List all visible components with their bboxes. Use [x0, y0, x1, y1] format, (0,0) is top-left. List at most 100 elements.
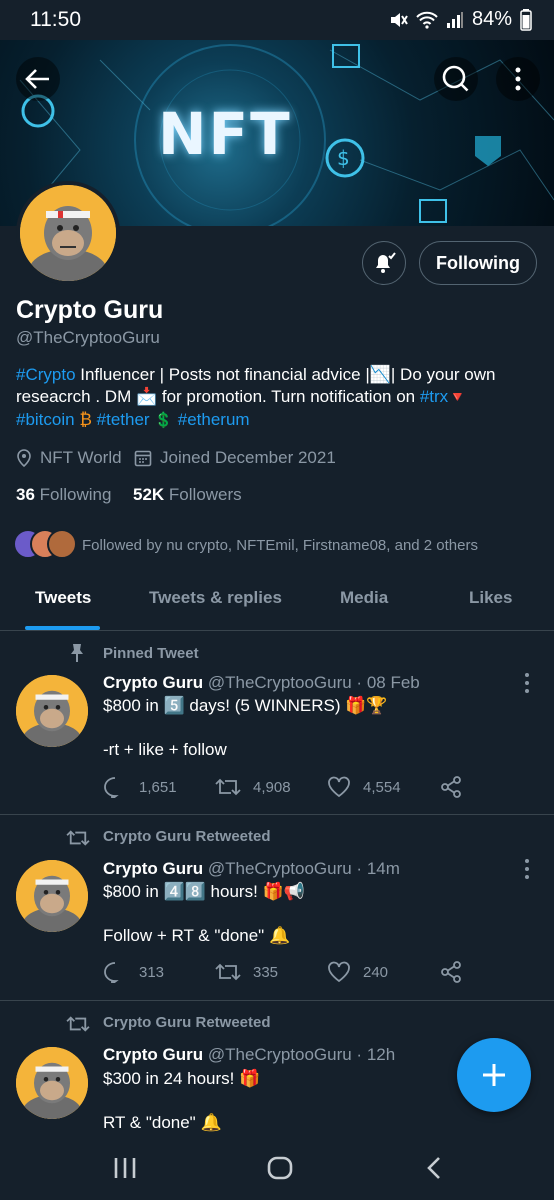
- hashtag-crypto[interactable]: #Crypto: [16, 365, 76, 384]
- ape-avatar-image: [16, 860, 88, 932]
- tweet-author-name[interactable]: Crypto Guru: [103, 859, 203, 878]
- bio-text-1: Influencer | Posts not financial advice …: [75, 365, 496, 384]
- search-button[interactable]: [434, 57, 478, 101]
- search-icon: [442, 65, 469, 92]
- reply-icon: [104, 777, 119, 798]
- retweeted-icon: [66, 830, 90, 846]
- tab-likes[interactable]: Likes: [469, 588, 512, 608]
- ape-avatar-image: [16, 1047, 88, 1119]
- trx-emoji: 🔻: [448, 389, 467, 406]
- battery-percent: 84%: [471, 8, 512, 30]
- following-count: 36: [16, 485, 35, 504]
- retweet-count: 4,908: [253, 778, 291, 796]
- hashtag-tether[interactable]: #tether: [97, 410, 150, 429]
- tweet-divider: [0, 814, 554, 815]
- location-text: NFT World: [40, 448, 122, 467]
- tweet-meta: @TheCryptooGuru · 08 Feb: [207, 673, 420, 692]
- joined-row: Joined December 2021: [134, 448, 336, 468]
- tweet-text-line-1: $800 in 4️⃣8️⃣ hours! 🎁📢: [103, 882, 305, 901]
- compose-tweet-button[interactable]: [457, 1038, 531, 1112]
- tweet-header: Crypto Guru @TheCryptooGuru · 12h: [103, 1045, 395, 1065]
- tweet-text-line-1: $300 in 24 hours! 🎁: [103, 1069, 261, 1088]
- reply-action[interactable]: 313: [103, 961, 164, 983]
- retweet-action[interactable]: 4,908: [215, 776, 291, 798]
- system-navigation-bar: [0, 1136, 554, 1200]
- home-icon[interactable]: [267, 1156, 293, 1180]
- bitcoin-emoji: ₿: [79, 410, 92, 429]
- share-icon[interactable]: [440, 961, 462, 983]
- reply-action[interactable]: 1,651: [103, 776, 177, 798]
- bell-check-icon: [376, 252, 396, 273]
- status-bar: 11:50 84%: [0, 0, 554, 40]
- pin-icon: [71, 644, 83, 662]
- notification-bell-button[interactable]: [362, 241, 406, 285]
- tweet-more-button[interactable]: [517, 673, 537, 693]
- tweet-avatar[interactable]: [16, 860, 88, 932]
- ape-avatar-image: [20, 185, 116, 281]
- battery-icon: [520, 8, 532, 31]
- status-icons: 84%: [388, 8, 532, 31]
- tweet-avatar[interactable]: [16, 675, 88, 747]
- following-button[interactable]: Following: [419, 241, 537, 285]
- retweet-icon: [215, 778, 241, 796]
- hashtag-bitcoin[interactable]: #bitcoin: [16, 410, 75, 429]
- mute-icon: [390, 12, 408, 27]
- tweet-text-line-2: RT & "done" 🔔: [103, 1113, 222, 1132]
- back-button[interactable]: [16, 57, 60, 101]
- tweet-header: Crypto Guru @TheCryptooGuru · 14m: [103, 859, 400, 879]
- tweet-author-name[interactable]: Crypto Guru: [103, 673, 203, 692]
- followed-by-text[interactable]: Followed by nu crypto, NFTEmil, Firstnam…: [82, 537, 478, 554]
- follower-avatar: [47, 529, 77, 559]
- reply-count: 1,651: [139, 778, 177, 796]
- tabs-divider: [0, 630, 554, 631]
- recent-apps-icon[interactable]: [113, 1157, 137, 1179]
- more-vertical-icon: [515, 67, 521, 91]
- profile-avatar[interactable]: [16, 181, 120, 285]
- tab-tweets-and-replies[interactable]: Tweets & replies: [149, 588, 282, 608]
- followers-count: 52K: [133, 485, 165, 504]
- tweet-context: Crypto Guru Retweeted: [103, 828, 271, 845]
- hashtag-etherum[interactable]: #etherum: [178, 410, 250, 429]
- plus-icon: [483, 1064, 505, 1086]
- arrow-left-icon: [25, 69, 49, 89]
- location-row: NFT World: [16, 448, 122, 468]
- bio-text-2: reseacrch . DM 📩 for promotion. Turn not…: [16, 387, 420, 406]
- back-nav-icon[interactable]: [426, 1156, 442, 1180]
- tweet-meta: @TheCryptooGuru · 14m: [207, 859, 400, 878]
- tweet-author-name[interactable]: Crypto Guru: [103, 1045, 203, 1064]
- svg-text:$: $: [337, 146, 350, 170]
- like-count: 4,554: [363, 778, 401, 796]
- tweet-text-line-2: -rt + like + follow: [103, 740, 227, 759]
- heart-icon: [328, 961, 350, 983]
- following-stat[interactable]: 36 Following: [16, 485, 111, 505]
- tweet-context: Pinned Tweet: [103, 645, 199, 662]
- calendar-icon: [134, 450, 152, 467]
- followers-stat[interactable]: 52K Followers: [133, 485, 242, 505]
- tweet-text-line-2: Follow + RT & "done" 🔔: [103, 926, 291, 945]
- reply-icon: [104, 962, 119, 983]
- share-icon[interactable]: [440, 776, 462, 798]
- more-options-button[interactable]: [496, 57, 540, 101]
- following-label: Following: [39, 485, 112, 504]
- banner-text: NFT: [158, 100, 292, 168]
- tab-tweets[interactable]: Tweets: [35, 588, 91, 608]
- joined-text: Joined December 2021: [160, 448, 336, 467]
- tweet-avatar[interactable]: [16, 1047, 88, 1119]
- tweet-divider: [0, 1000, 554, 1001]
- retweeted-icon: [66, 1016, 90, 1032]
- retweet-action[interactable]: 335: [215, 961, 278, 983]
- ape-avatar-image: [16, 675, 88, 747]
- tether-emoji: 💲: [154, 412, 174, 429]
- tweet-text-line-1: $800 in 5️⃣ days! (5 WINNERS) 🎁🏆: [103, 696, 388, 715]
- hashtag-trx[interactable]: #trx: [420, 387, 448, 406]
- wifi-icon: [416, 11, 438, 29]
- retweet-count: 335: [253, 963, 279, 981]
- like-action[interactable]: 4,554: [327, 776, 401, 798]
- profile-bio: #Crypto Influencer | Posts not financial…: [16, 364, 536, 432]
- followers-label: Followers: [168, 485, 242, 504]
- like-action[interactable]: 240: [327, 961, 388, 983]
- tab-media[interactable]: Media: [340, 588, 388, 608]
- profile-name: Crypto Guru: [16, 296, 164, 324]
- signal-icon: [446, 11, 463, 28]
- tweet-more-button[interactable]: [517, 859, 537, 879]
